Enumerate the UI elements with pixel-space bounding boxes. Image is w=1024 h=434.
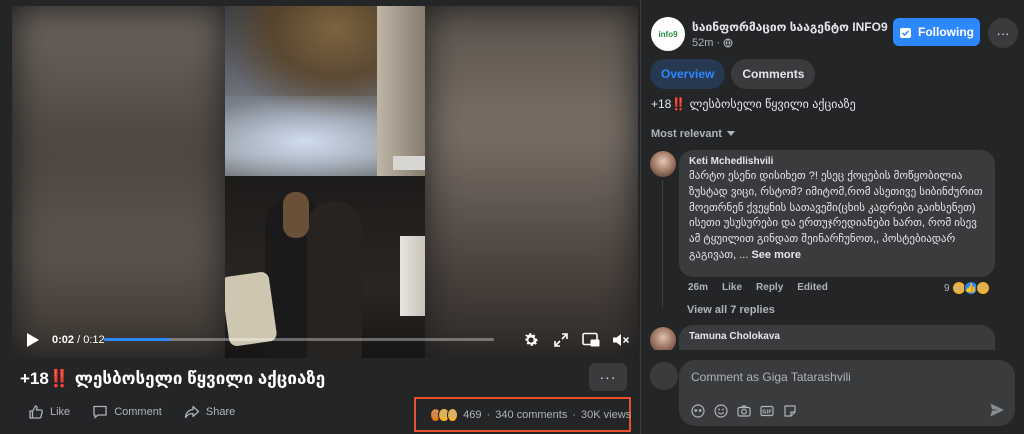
video-scene-flag-drape	[400, 236, 425, 316]
post-stats-highlighted: 😡 😢 😆 469 · 340 comments · 30K views	[414, 397, 631, 432]
stats-separator: ·	[572, 408, 577, 421]
gif-icon[interactable]: GIF	[760, 404, 774, 418]
post-title: +18‼️ ლესბოსელი წყვილი აქციაზე	[20, 369, 326, 388]
comment-reply-button[interactable]: Reply	[756, 282, 783, 293]
follow-check-icon	[899, 26, 912, 39]
video-blurred-background-left	[12, 6, 226, 358]
share-button[interactable]: Share	[184, 404, 235, 420]
tab-overview[interactable]: Overview	[650, 59, 726, 89]
video-progress-bar[interactable]	[104, 338, 494, 341]
comment-text: მარტო ესენი დისიხეთ ?! ესეც ქოცების მოწყ…	[689, 169, 985, 264]
comment-bubble: Keti Mchedlishvili მარტო ესენი დისიხეთ ?…	[679, 150, 995, 277]
emoji-icon[interactable]	[714, 404, 728, 418]
like-label: Like	[50, 406, 71, 418]
current-time: 0:02	[52, 334, 75, 346]
video-scene-hair	[283, 192, 309, 238]
comment-label: Comment	[114, 406, 162, 418]
video-frame	[225, 6, 425, 358]
see-more-link[interactable]: See more	[751, 249, 801, 261]
comment-icon	[92, 404, 108, 420]
video-time: 0:02 / 0:12	[52, 334, 105, 346]
video-progress-fill	[104, 338, 171, 341]
comment-author[interactable]: Tamuna Cholokava	[689, 331, 985, 342]
views-count: 30K views	[581, 408, 632, 421]
post-actions: Like Comment Share	[28, 404, 235, 420]
post-caption: +18‼️ ლესბოსელი წყვილი აქციაზე	[651, 97, 856, 111]
comment-sort-dropdown[interactable]: Most relevant	[651, 128, 735, 140]
commenter-avatar[interactable]	[650, 151, 676, 177]
comment-reactions[interactable]: 9 😆 👍 😢	[944, 281, 990, 295]
comment-author[interactable]: Keti Mchedlishvili	[689, 156, 985, 167]
sort-label: Most relevant	[651, 128, 722, 140]
globe-icon	[723, 38, 733, 48]
comment-reaction-count: 9	[944, 282, 950, 294]
camera-icon[interactable]	[737, 404, 751, 418]
picture-in-picture-icon[interactable]	[582, 331, 600, 349]
play-icon[interactable]	[22, 329, 44, 351]
video-controls: 0:02 / 0:12	[12, 322, 638, 358]
chevron-down-icon	[726, 131, 735, 137]
video-blurred-background-right	[424, 6, 638, 358]
following-label: Following	[918, 25, 974, 39]
page-name[interactable]: საინფორმაციო სააგენტო INFO9	[692, 20, 888, 34]
mute-icon[interactable]	[612, 331, 630, 349]
sad-reaction-icon: 😢	[975, 281, 990, 295]
comment-time[interactable]: 26m	[688, 282, 708, 293]
user-avatar	[650, 362, 678, 390]
video-player[interactable]: 0:02 / 0:12	[12, 6, 638, 358]
thread-line	[662, 180, 663, 308]
video-scene-flag	[393, 156, 425, 170]
comment-meta: 26m Like Reply Edited	[688, 282, 828, 293]
share-icon	[184, 404, 200, 420]
page-logo-text: info9	[658, 29, 678, 39]
fullscreen-icon[interactable]	[552, 331, 570, 349]
post-time-label: 52m ·	[692, 37, 721, 49]
comment-like-button[interactable]: Like	[722, 282, 742, 293]
comment-button[interactable]: Comment	[92, 404, 162, 420]
sticker-icon[interactable]	[783, 404, 797, 418]
following-button[interactable]: Following	[893, 18, 980, 46]
page-avatar[interactable]: info9	[651, 17, 685, 51]
stats-separator: ·	[486, 408, 491, 421]
comments-count[interactable]: 340 comments	[495, 409, 567, 421]
comment-composer-area: GIF	[641, 350, 1024, 434]
comment-composer: GIF	[679, 360, 1015, 426]
video-area: 0:02 / 0:12 +18‼️ ლესბოსელი წყვილი აქცია…	[0, 0, 640, 434]
comment-body: მარტო ესენი დისიხეთ ?! ესეც ქოცების მოწყ…	[689, 170, 983, 261]
like-button[interactable]: Like	[28, 404, 70, 420]
avatar-sticker-icon[interactable]	[691, 404, 705, 418]
post-more-button[interactable]: ···	[589, 363, 627, 391]
panel-more-button[interactable]: ···	[988, 18, 1018, 48]
post-side-panel: info9 საინფორმაციო სააგენტო INFO9 52m · …	[640, 0, 1024, 434]
view-replies-link[interactable]: View all 7 replies	[687, 304, 775, 316]
reactions-count[interactable]: 469	[463, 409, 481, 421]
panel-tabs: Overview Comments	[650, 59, 816, 89]
haha-reaction-icon: 😆	[446, 407, 459, 422]
settings-icon[interactable]	[522, 331, 540, 349]
duration: / 0:12	[77, 334, 105, 346]
comment-input[interactable]	[691, 368, 991, 386]
share-label: Share	[205, 406, 236, 418]
tab-comments[interactable]: Comments	[731, 59, 816, 89]
svg-text:GIF: GIF	[762, 409, 771, 415]
post-time: 52m ·	[692, 37, 733, 49]
comment-edited-label[interactable]: Edited	[797, 282, 828, 293]
send-icon[interactable]	[989, 402, 1005, 418]
thumbs-up-icon	[28, 404, 44, 420]
